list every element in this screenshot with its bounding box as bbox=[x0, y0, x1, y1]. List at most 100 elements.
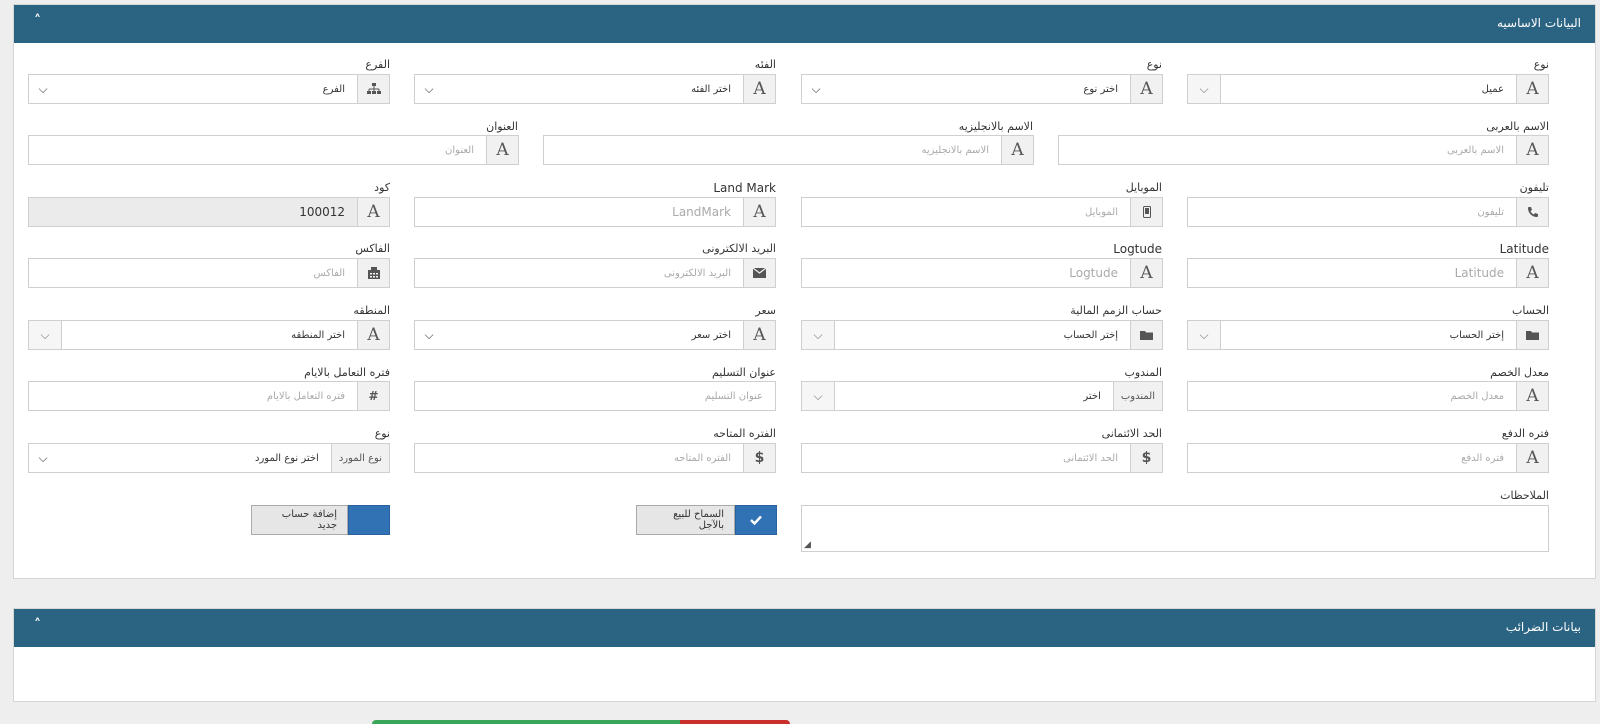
name-ar-input[interactable]: A الاسم بالعربى bbox=[1058, 135, 1549, 165]
landmark-placeholder: LandMark bbox=[672, 205, 731, 219]
text-icon: A bbox=[1001, 136, 1033, 164]
address-placeholder: العنوان bbox=[445, 144, 474, 156]
category-label: الفئه bbox=[754, 58, 776, 71]
credit-limit-input[interactable]: $ الحد الائتمانى bbox=[801, 443, 1163, 473]
supplier-type-select[interactable]: نوع المورد اختر نوع المورد ⌵ bbox=[28, 443, 390, 473]
collapse-icon[interactable]: ˄ bbox=[34, 617, 41, 633]
name-en-label: الاسم بالانجليزيه bbox=[958, 120, 1033, 133]
address-input[interactable]: A العنوان bbox=[28, 135, 519, 165]
name-ar-placeholder: الاسم بالعربى bbox=[1446, 144, 1504, 156]
code-input: A 100012 bbox=[28, 197, 390, 227]
folder-icon bbox=[1516, 321, 1548, 349]
chevron-down-icon[interactable]: ⌵ bbox=[29, 321, 62, 349]
pay-period-label: فتره الدفع bbox=[1501, 427, 1549, 440]
text-icon: A bbox=[743, 75, 775, 103]
phone-input[interactable]: تليفون bbox=[1187, 197, 1549, 227]
supplier-type-value: اختر نوع المورد bbox=[255, 452, 319, 464]
payables-select[interactable]: إختر الحساب ⌵ bbox=[801, 320, 1163, 350]
chevron-down-icon[interactable]: ⌵ bbox=[802, 75, 830, 103]
type-label: نوع bbox=[1533, 58, 1549, 71]
chevron-down-icon[interactable]: ⌵ bbox=[29, 75, 57, 103]
phone-placeholder: تليفون bbox=[1477, 206, 1504, 218]
fax-input[interactable]: الفاكس bbox=[28, 258, 390, 288]
delivery-placeholder: عنوان التسليم bbox=[704, 390, 763, 402]
email-label: البريد الالكترونى bbox=[702, 242, 776, 255]
longitude-input[interactable]: A Logtude bbox=[801, 258, 1163, 288]
delivery-input[interactable]: عنوان التسليم bbox=[414, 381, 776, 411]
text-icon: A bbox=[743, 198, 775, 226]
landmark-label: Land Mark bbox=[713, 181, 776, 195]
bottom-save-button-edge[interactable] bbox=[372, 720, 680, 724]
rep-select[interactable]: المندوب اختر ⌵ bbox=[801, 381, 1163, 411]
text-icon: A bbox=[357, 198, 389, 226]
period-days-input[interactable]: # فتره التعامل بالايام bbox=[28, 381, 390, 411]
add-account-label[interactable]: إضافة حساب جديد bbox=[251, 505, 348, 535]
region-select[interactable]: A اختر المنطقه ⌵ bbox=[28, 320, 390, 350]
allow-credit-toggle[interactable]: السماح للبيع بالآجل bbox=[636, 505, 777, 535]
available-input[interactable]: $ الفتره المتاحه bbox=[414, 443, 776, 473]
mobile-placeholder: الموبايل bbox=[1085, 206, 1118, 218]
dollar-icon: $ bbox=[1130, 444, 1162, 472]
text-icon: A bbox=[1516, 75, 1548, 103]
discount-placeholder: معدل الخصم bbox=[1450, 390, 1504, 402]
envelope-icon bbox=[743, 259, 775, 287]
email-input[interactable]: البريد الالكترونى bbox=[414, 258, 776, 288]
price-value: اختر سعر bbox=[691, 329, 731, 341]
longitude-label: Logtude bbox=[1113, 242, 1162, 256]
tax-data-title: بيانات الضرائب bbox=[1505, 620, 1581, 634]
resize-handle-icon[interactable]: ◢ bbox=[804, 540, 811, 550]
longitude-placeholder: Logtude bbox=[1069, 266, 1118, 280]
category-select[interactable]: A اختر الفئه ⌵ bbox=[414, 74, 776, 104]
supplier-type-label: نوع bbox=[374, 427, 390, 440]
kind-value: اختر نوع bbox=[1083, 83, 1118, 95]
allow-credit-label[interactable]: السماح للبيع بالآجل bbox=[636, 505, 735, 535]
code-value: 100012 bbox=[29, 198, 357, 226]
phone-icon bbox=[1516, 198, 1548, 226]
price-select[interactable]: A اختر سعر ⌵ bbox=[414, 320, 776, 350]
chevron-down-icon[interactable]: ⌵ bbox=[29, 444, 57, 472]
phone-label: تليفون bbox=[1519, 181, 1549, 194]
period-days-label: فتره التعامل بالايام bbox=[304, 366, 390, 379]
payables-value: إختر الحساب bbox=[1063, 329, 1118, 341]
bottom-cancel-button-edge[interactable] bbox=[680, 720, 790, 724]
notes-label: الملاحظات bbox=[1500, 489, 1549, 502]
tax-data-header[interactable]: بيانات الضرائب ˄ bbox=[14, 609, 1595, 647]
chevron-down-icon[interactable]: ⌵ bbox=[1188, 75, 1221, 103]
latitude-input[interactable]: A Latitude bbox=[1187, 258, 1549, 288]
name-en-placeholder: الاسم بالانجليزيه bbox=[921, 144, 989, 156]
add-account-checkbox[interactable] bbox=[348, 505, 390, 535]
text-icon: A bbox=[357, 321, 389, 349]
collapse-icon[interactable]: ˄ bbox=[34, 13, 41, 29]
rep-label: المندوب bbox=[1124, 366, 1162, 379]
basic-data-header[interactable]: البيانات الاساسيه ˄ bbox=[14, 5, 1595, 43]
discount-input[interactable]: A معدل الخصم bbox=[1187, 381, 1549, 411]
name-en-input[interactable]: A الاسم بالانجليزيه bbox=[543, 135, 1034, 165]
available-placeholder: الفتره المتاحه bbox=[673, 452, 731, 464]
kind-label: نوع bbox=[1146, 58, 1162, 71]
rep-addon: المندوب bbox=[1112, 382, 1162, 410]
pay-period-input[interactable]: A فتره الدفع bbox=[1187, 443, 1549, 473]
landmark-input[interactable]: A LandMark bbox=[414, 197, 776, 227]
chevron-down-icon[interactable]: ⌵ bbox=[802, 382, 835, 410]
account-select[interactable]: إختر الحساب ⌵ bbox=[1187, 320, 1549, 350]
chevron-down-icon[interactable]: ⌵ bbox=[802, 321, 835, 349]
text-icon: A bbox=[486, 136, 518, 164]
notes-textarea[interactable]: ◢ bbox=[801, 505, 1549, 552]
delivery-label: عنوان التسليم bbox=[711, 366, 776, 379]
credit-limit-placeholder: الحد الائتمانى bbox=[1063, 452, 1118, 464]
add-account-toggle[interactable]: إضافة حساب جديد bbox=[251, 505, 390, 535]
text-icon: A bbox=[743, 321, 775, 349]
type-select[interactable]: A عميل ⌵ bbox=[1187, 74, 1549, 104]
mobile-icon bbox=[1130, 198, 1162, 226]
sitemap-icon bbox=[357, 75, 389, 103]
mobile-input[interactable]: الموبايل bbox=[801, 197, 1163, 227]
credit-limit-label: الحد الائتمانى bbox=[1101, 427, 1162, 440]
email-placeholder: البريد الالكترونى bbox=[663, 267, 731, 279]
chevron-down-icon[interactable]: ⌵ bbox=[415, 321, 443, 349]
kind-select[interactable]: A اختر نوع ⌵ bbox=[801, 74, 1163, 104]
fax-icon bbox=[357, 259, 389, 287]
check-icon[interactable] bbox=[735, 505, 777, 535]
branch-select[interactable]: الفرع ⌵ bbox=[28, 74, 390, 104]
chevron-down-icon[interactable]: ⌵ bbox=[1188, 321, 1221, 349]
chevron-down-icon[interactable]: ⌵ bbox=[415, 75, 443, 103]
